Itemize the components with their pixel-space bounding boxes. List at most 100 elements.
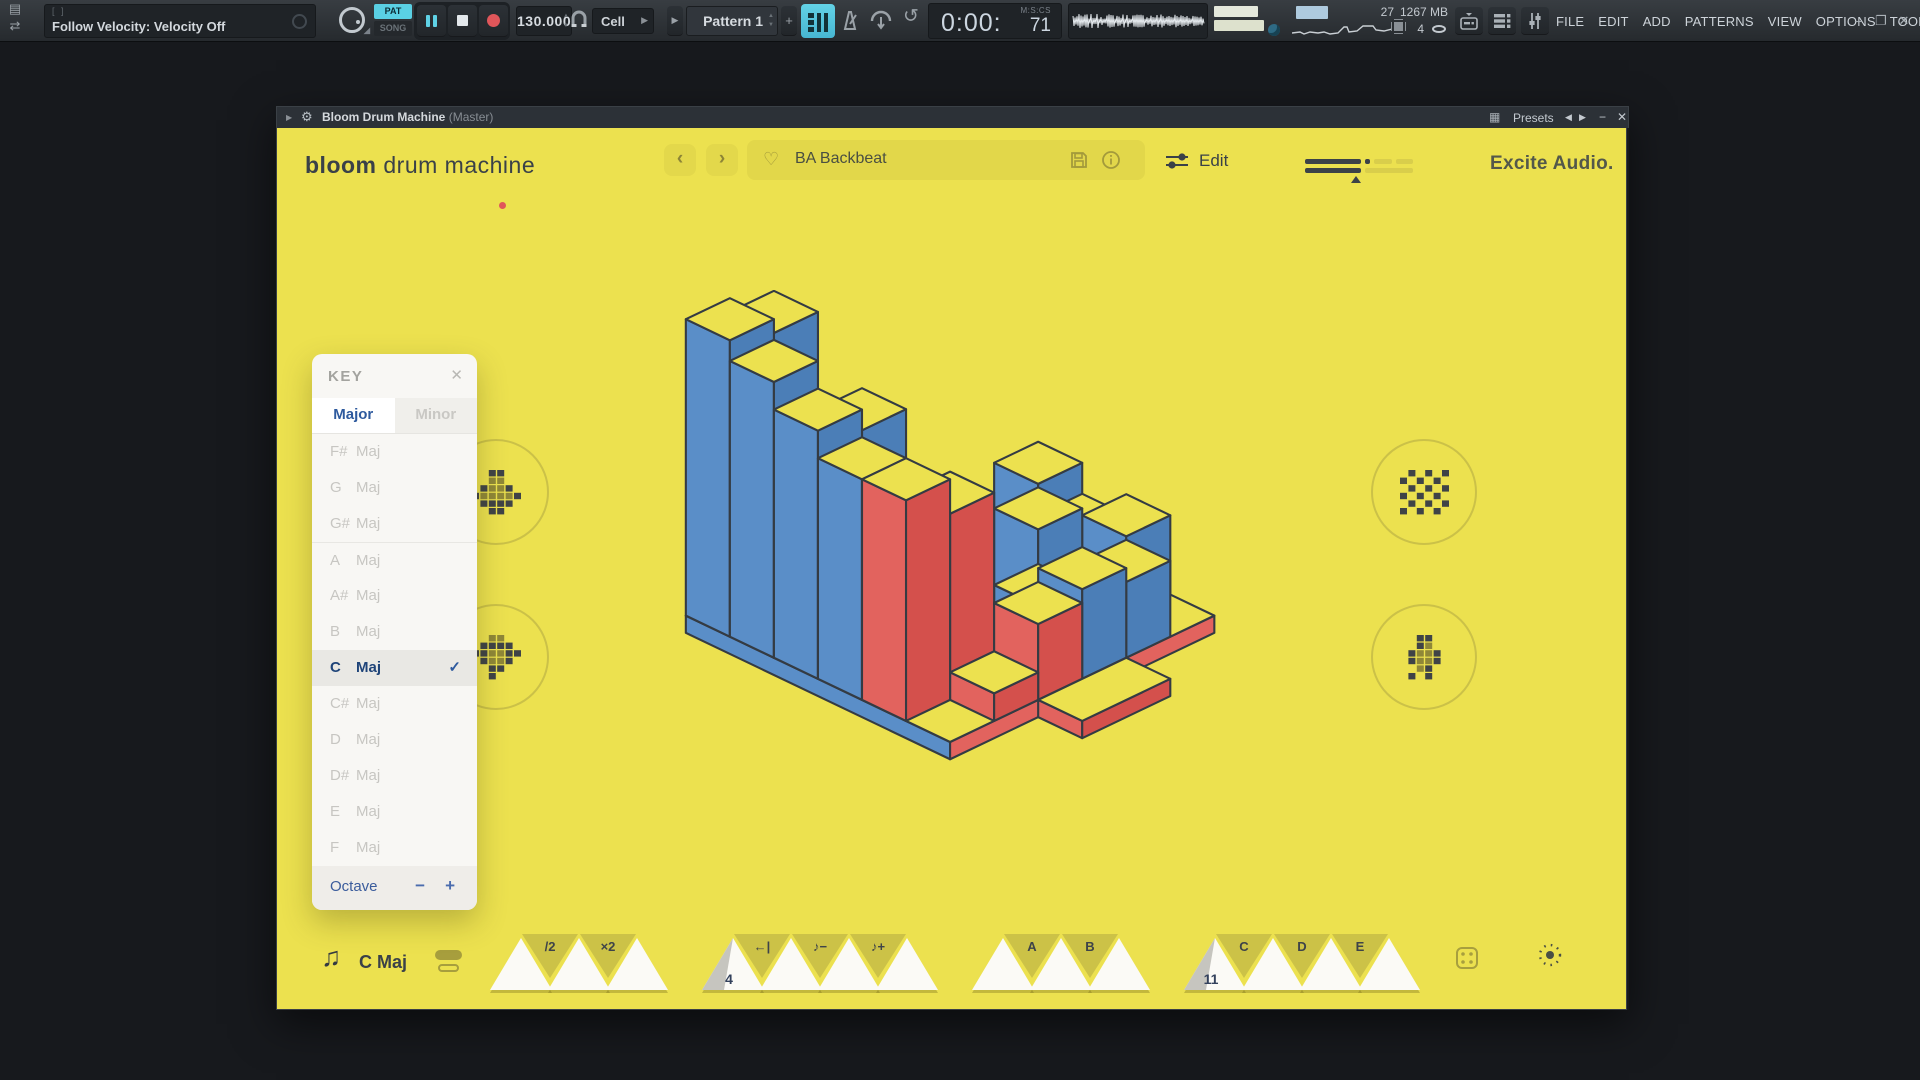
window-controls: − ❐ ✕ <box>1850 0 1912 42</box>
time-display[interactable]: M:S:CS 0:00: 71 <box>928 3 1062 39</box>
pat-mode[interactable]: PAT <box>374 4 412 19</box>
snap-arrow-icon: ▶ <box>641 15 648 26</box>
variation-pad-top-right[interactable] <box>1370 438 1478 546</box>
info-icon[interactable] <box>1101 150 1121 170</box>
preset-prev-button[interactable]: ◀ <box>1565 112 1572 123</box>
favorite-heart-icon[interactable]: ♡ <box>763 149 779 170</box>
step-down-label: E <box>1356 939 1365 954</box>
oscilloscope[interactable] <box>1068 3 1208 39</box>
menu-file[interactable]: FILE <box>1556 14 1584 29</box>
grid-bars-icon <box>801 4 835 38</box>
playlist-window-button[interactable] <box>1455 7 1483 35</box>
step-group-0: /2×2 <box>490 932 668 996</box>
record-button[interactable] <box>479 5 508 37</box>
brand-title: bloom drum machine <box>305 152 535 179</box>
toolbar-file-icons[interactable]: ▤⇄ <box>0 0 30 36</box>
restore-button[interactable]: ❐ <box>1873 13 1889 29</box>
fl-toolbar: ▤⇄ [ ] Follow Velocity: Velocity Off ◢ P… <box>0 0 1920 42</box>
menu-add[interactable]: ADD <box>1643 14 1671 29</box>
meter-marker[interactable] <box>1351 176 1361 183</box>
preset-prev-arrow[interactable]: ‹ <box>664 144 696 176</box>
plugin-content: bloom drum machine ‹ › ♡ BA Backbeat <box>276 128 1627 1010</box>
metronome-icon[interactable] <box>838 8 862 33</box>
minimize-button[interactable]: − <box>1850 14 1866 29</box>
preset-pill[interactable]: ♡ BA Backbeat <box>747 140 1145 180</box>
step-down-label: C <box>1239 939 1249 954</box>
wait-input-icon[interactable] <box>869 8 893 33</box>
disk-icon <box>1432 25 1446 33</box>
octave-plus-button[interactable]: + <box>445 876 455 896</box>
key-option-d#[interactable]: D#Maj <box>312 758 477 794</box>
step-down-label: ←| <box>754 939 771 954</box>
snap-selector[interactable]: Cell ▶ <box>592 8 654 34</box>
pattern-playlist-toggle[interactable] <box>801 4 835 38</box>
tab-major[interactable]: Major <box>312 398 395 433</box>
key-option-d[interactable]: DMaj <box>312 722 477 758</box>
menu-edit[interactable]: EDIT <box>1598 14 1628 29</box>
octave-footer: Octave − + <box>312 866 477 910</box>
octave-label: Octave <box>330 878 378 895</box>
loop-record-icon[interactable]: ↺ <box>899 5 923 33</box>
layout-swap-icon[interactable] <box>435 950 462 974</box>
plugin-titlebar[interactable]: ▶ ⚙ Bloom Drum Machine (Master) ▦ Preset… <box>276 106 1629 128</box>
mixer-window-button[interactable] <box>1521 7 1549 35</box>
key-option-c[interactable]: CMaj✓ <box>312 650 477 686</box>
pattern-selector[interactable]: Pattern 1 ▲▼ <box>686 6 778 36</box>
main-volume-knob[interactable]: ◢ <box>339 7 365 33</box>
key-popup-close-icon[interactable]: ✕ <box>450 366 463 384</box>
menu-view[interactable]: VIEW <box>1768 14 1802 29</box>
cpu-value: 27 <box>1364 5 1394 19</box>
dice-icon[interactable] <box>1455 946 1479 970</box>
key-option-a[interactable]: AMaj <box>312 542 477 578</box>
pat-song-toggle[interactable]: PAT SONG <box>374 4 412 38</box>
stop-button[interactable] <box>448 5 477 37</box>
preset-next-button[interactable]: ▶ <box>1579 112 1586 123</box>
pattern-visualization[interactable] <box>682 290 1222 767</box>
sliders-icon <box>1165 151 1189 171</box>
pause-button[interactable] <box>417 5 446 37</box>
plugin-minimize-button[interactable]: − <box>1599 110 1606 124</box>
step-down-label: ♪− <box>813 939 828 954</box>
voice-count: 4 <box>1417 22 1424 36</box>
key-option-f#[interactable]: F#Maj <box>312 434 477 470</box>
brand-logo: Excite Audio. <box>1490 153 1614 175</box>
key-list: F#MajGMajG#MajAMajA#MajBMajCMaj✓C#MajDMa… <box>312 434 477 866</box>
tempo-display[interactable]: 130.000 ▲▼ <box>516 6 572 36</box>
song-mode[interactable]: SONG <box>374 21 412 36</box>
step-count-label: 4 <box>725 971 733 987</box>
step-down-label: D <box>1297 939 1306 954</box>
key-option-g[interactable]: GMaj <box>312 470 477 506</box>
keyboard-grid-icon[interactable]: ▦ <box>1489 110 1500 124</box>
pattern-picker-button[interactable]: ▶ <box>667 6 683 36</box>
plugin-gear-icon[interactable]: ⚙ <box>301 109 313 125</box>
edit-button[interactable]: Edit <box>1165 148 1228 174</box>
channel-rack-button[interactable] <box>1488 7 1516 35</box>
key-option-b[interactable]: BMaj <box>312 614 477 650</box>
pattern-stepper[interactable]: ▲▼ <box>768 12 774 30</box>
tab-minor[interactable]: Minor <box>395 398 478 433</box>
hint-mini-display <box>1296 6 1328 19</box>
hint-bar: [ ] Follow Velocity: Velocity Off <box>44 4 316 38</box>
close-button[interactable]: ✕ <box>1896 13 1912 29</box>
tempo-stepper[interactable]: ▲▼ <box>563 11 569 31</box>
variation-pad-bottom-right[interactable] <box>1370 603 1478 711</box>
brightness-icon[interactable] <box>1535 940 1565 970</box>
key-option-g#[interactable]: G#Maj <box>312 506 477 542</box>
key-option-f[interactable]: FMaj <box>312 830 477 866</box>
detach-arrow-icon[interactable]: ▶ <box>286 113 292 122</box>
preset-next-arrow[interactable]: › <box>706 144 738 176</box>
key-option-a#[interactable]: A#Maj <box>312 578 477 614</box>
key-option-e[interactable]: EMaj <box>312 794 477 830</box>
octave-minus-button[interactable]: − <box>415 876 425 896</box>
key-option-c#[interactable]: C#Maj <box>312 686 477 722</box>
music-note-icon: ♫ <box>321 942 341 973</box>
step-down-label: ×2 <box>601 939 616 954</box>
menu-patterns[interactable]: PATTERNS <box>1685 14 1754 29</box>
plugin-close-button[interactable]: ✕ <box>1617 110 1627 124</box>
save-icon[interactable] <box>1069 150 1089 170</box>
chip-icon <box>1394 22 1403 31</box>
output-level-meter[interactable] <box>1305 159 1413 177</box>
pattern-add-button[interactable]: + <box>781 6 797 36</box>
step-down-label: A <box>1027 939 1037 954</box>
current-key-button[interactable]: C Maj <box>359 952 407 973</box>
